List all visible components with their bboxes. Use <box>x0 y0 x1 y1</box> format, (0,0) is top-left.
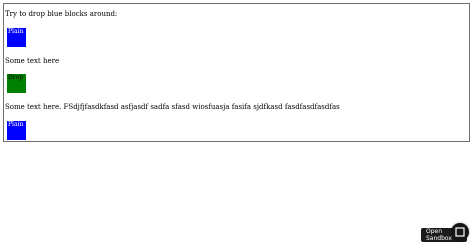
paragraph-text: Some text here <box>5 57 60 65</box>
paragraph-text: Some text here. FSdjfjfasdkfasd asfjasdf… <box>5 103 340 111</box>
draggable-block-plain[interactable]: Plain <box>7 121 26 140</box>
draggable-block-plain[interactable]: Plain <box>7 28 26 47</box>
sandbox-icon[interactable] <box>451 223 469 241</box>
drop-demo-container: Try to drop blue blocks around: Plain So… <box>3 3 470 142</box>
drop-target-block[interactable]: Drop <box>7 74 26 93</box>
intro-text: Try to drop blue blocks around: <box>5 10 118 18</box>
